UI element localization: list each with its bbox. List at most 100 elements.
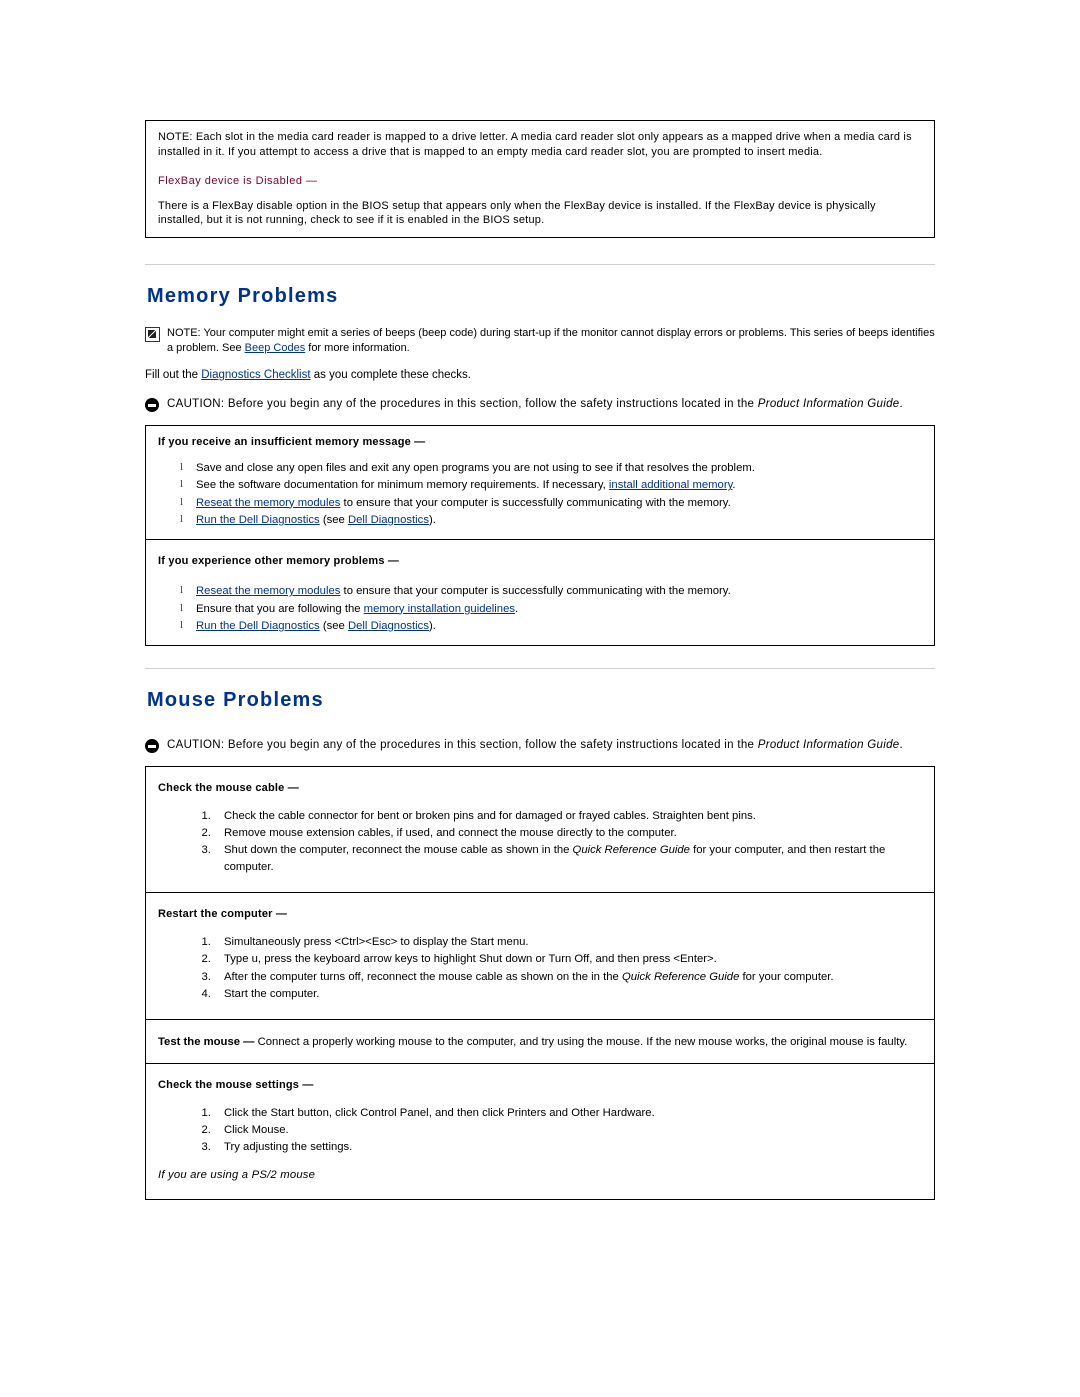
mouse-block-3-heading: Test the mouse — <box>158 1036 255 1049</box>
mouse-problems-heading: Mouse Problems <box>147 689 324 712</box>
step-text: Click the Start button, click Control Pa… <box>224 1106 655 1119</box>
fillout-part1: Fill out the <box>145 368 202 381</box>
memory-block-insufficient: If you receive an insufficient memory me… <box>146 426 934 541</box>
list-item: Simultaneously press <Ctrl><Esc> to disp… <box>214 934 922 950</box>
section-divider-2 <box>145 668 935 670</box>
mouse-caution-line: CAUTION: Before you begin any of the pro… <box>145 738 935 754</box>
list-text: (see <box>319 513 348 526</box>
mouse-block-2-steps: Simultaneously press <Ctrl><Esc> to disp… <box>158 934 922 1003</box>
list-text: ). <box>428 513 436 526</box>
document-page: NOTE: Each slot in the media card reader… <box>0 0 1080 1201</box>
step-text: Shut down the computer, reconnect the mo… <box>224 844 573 857</box>
diagnostics-checklist-paragraph: Fill out the Diagnostics Checklist as yo… <box>145 368 935 384</box>
list-item: Start the computer. <box>214 986 922 1002</box>
step-text: Check the cable connector for bent or br… <box>224 809 756 822</box>
mouse-block-1-heading: Check the mouse cable — <box>158 781 299 794</box>
memory-caution-label: CAUTION: <box>167 398 225 411</box>
memory-problems-box: If you receive an insufficient memory me… <box>145 424 935 647</box>
memory-note-part2: for more information. <box>305 342 410 355</box>
memory-block-2-heading: If you experience other memory problems … <box>158 555 400 568</box>
flexbay-body: There is a FlexBay disable option in the… <box>158 199 876 227</box>
list-text: Ensure that you are following the <box>196 602 364 615</box>
memory-caution-text: CAUTION: Before you begin any of the pro… <box>167 397 935 413</box>
step-text: Type u, press the keyboard arrow keys to… <box>224 953 717 966</box>
mouse-caution-part1: Before you begin any of the procedures i… <box>224 739 758 752</box>
run-dell-diagnostics-link[interactable]: Run the Dell Diagnostics <box>196 514 320 526</box>
note-body: Each slot in the media card reader is ma… <box>158 131 912 158</box>
diagnostics-checklist-link[interactable]: Diagnostics Checklist <box>201 369 310 381</box>
mouse-block-1-steps: Check the cable connector for bent or br… <box>158 808 922 876</box>
memory-caution-part2: . <box>899 398 903 411</box>
list-item: Run the Dell Diagnostics (see Dell Diagn… <box>180 512 922 528</box>
list-item: Shut down the computer, reconnect the mo… <box>214 842 922 875</box>
fillout-part2: as you complete these checks. <box>310 368 471 381</box>
caution-icon <box>145 739 159 754</box>
list-text: Save and close any open files and exit a… <box>196 461 755 474</box>
quick-reference-guide-italic: Quick Reference Guide <box>572 844 690 857</box>
caution-icon <box>145 398 159 413</box>
section-divider-1 <box>145 264 935 266</box>
list-item: Type u, press the keyboard arrow keys to… <box>214 951 922 967</box>
mouse-block-settings: Check the mouse settings — Click the Sta… <box>146 1064 934 1199</box>
memory-caution-part1: Before you begin any of the procedures i… <box>224 398 758 411</box>
list-text: . <box>515 602 519 615</box>
step-text: Simultaneously press <Ctrl><Esc> to disp… <box>224 935 529 948</box>
note-label: NOTE: <box>158 131 193 143</box>
mouse-block-4-heading: Check the mouse settings — <box>158 1078 314 1091</box>
memory-problems-heading: Memory Problems <box>147 285 339 308</box>
list-text: ). <box>428 619 436 632</box>
reseat-memory-modules-link[interactable]: Reseat the memory modules <box>196 585 340 597</box>
mouse-caution-part2: . <box>899 739 903 752</box>
mouse-caution-text: CAUTION: Before you begin any of the pro… <box>167 738 935 754</box>
mouse-block-3-body: Connect a properly working mouse to the … <box>254 1036 908 1049</box>
install-additional-memory-link[interactable]: install additional memory <box>609 479 732 491</box>
step-text: for your computer. <box>739 970 834 983</box>
dell-diagnostics-link[interactable]: Dell Diagnostics <box>348 620 429 632</box>
memory-block-1-list: Save and close any open files and exit a… <box>158 460 922 529</box>
note-icon <box>145 327 160 343</box>
mouse-block-restart: Restart the computer — Simultaneously pr… <box>146 893 934 1021</box>
step-text: After the computer turns off, reconnect … <box>224 970 622 983</box>
list-text: See the software documentation for minim… <box>196 479 609 492</box>
dell-diagnostics-link[interactable]: Dell Diagnostics <box>348 514 429 526</box>
step-text: Try adjusting the settings. <box>224 1141 353 1154</box>
list-item: Click the Start button, click Control Pa… <box>214 1105 922 1121</box>
memory-caution-italic: Product Information Guide <box>757 398 900 411</box>
mouse-caution-label: CAUTION: <box>167 739 225 752</box>
step-text: Click Mouse. <box>224 1124 289 1137</box>
flexbay-note-box: NOTE: Each slot in the media card reader… <box>145 120 935 239</box>
list-item: Run the Dell Diagnostics (see Dell Diagn… <box>180 618 922 634</box>
list-text: (see <box>319 619 348 632</box>
list-item: After the computer turns off, reconnect … <box>214 969 922 985</box>
ps2-mouse-trailer: If you are using a PS/2 mouse <box>158 1168 316 1181</box>
step-text: Start the computer. <box>224 988 320 1001</box>
memory-caution-line: CAUTION: Before you begin any of the pro… <box>145 397 935 413</box>
mouse-caution-italic: Product Information Guide <box>757 739 900 752</box>
memory-note-line: NOTE: Your computer might emit a series … <box>145 326 935 356</box>
list-item: See the software documentation for minim… <box>180 477 922 493</box>
list-item: Check the cable connector for bent or br… <box>214 808 922 824</box>
memory-block-other: If you experience other memory problems … <box>146 540 934 645</box>
mouse-block-test: Test the mouse — Connect a properly work… <box>146 1020 934 1064</box>
quick-reference-guide-italic: Quick Reference Guide <box>621 970 740 983</box>
memory-block-2-list: Reseat the memory modules to ensure that… <box>158 583 922 634</box>
memory-note-label: NOTE: <box>167 327 201 340</box>
mouse-problems-box: Check the mouse cable — Check the cable … <box>145 765 935 1201</box>
list-item: Try adjusting the settings. <box>214 1139 922 1155</box>
flexbay-subheading: FlexBay device is Disabled — <box>158 174 318 187</box>
list-item: Click Mouse. <box>214 1122 922 1138</box>
memory-note-text: NOTE: Your computer might emit a series … <box>167 326 935 356</box>
list-text: to ensure that your computer is successf… <box>340 585 731 598</box>
list-text: to ensure that your computer is successf… <box>340 496 731 509</box>
run-dell-diagnostics-link[interactable]: Run the Dell Diagnostics <box>196 620 320 632</box>
top-note-paragraph: NOTE: Each slot in the media card reader… <box>158 130 922 160</box>
memory-installation-guidelines-link[interactable]: memory installation guidelines <box>364 603 515 615</box>
step-text: Remove mouse extension cables, if used, … <box>224 826 677 839</box>
mouse-block-cable: Check the mouse cable — Check the cable … <box>146 767 934 894</box>
mouse-block-4-steps: Click the Start button, click Control Pa… <box>158 1105 922 1156</box>
mouse-block-2-heading: Restart the computer — <box>158 908 288 921</box>
reseat-memory-modules-link[interactable]: Reseat the memory modules <box>196 497 340 509</box>
list-text: . <box>732 479 736 492</box>
list-item: Save and close any open files and exit a… <box>180 460 922 476</box>
beep-codes-link[interactable]: Beep Codes <box>245 342 306 354</box>
